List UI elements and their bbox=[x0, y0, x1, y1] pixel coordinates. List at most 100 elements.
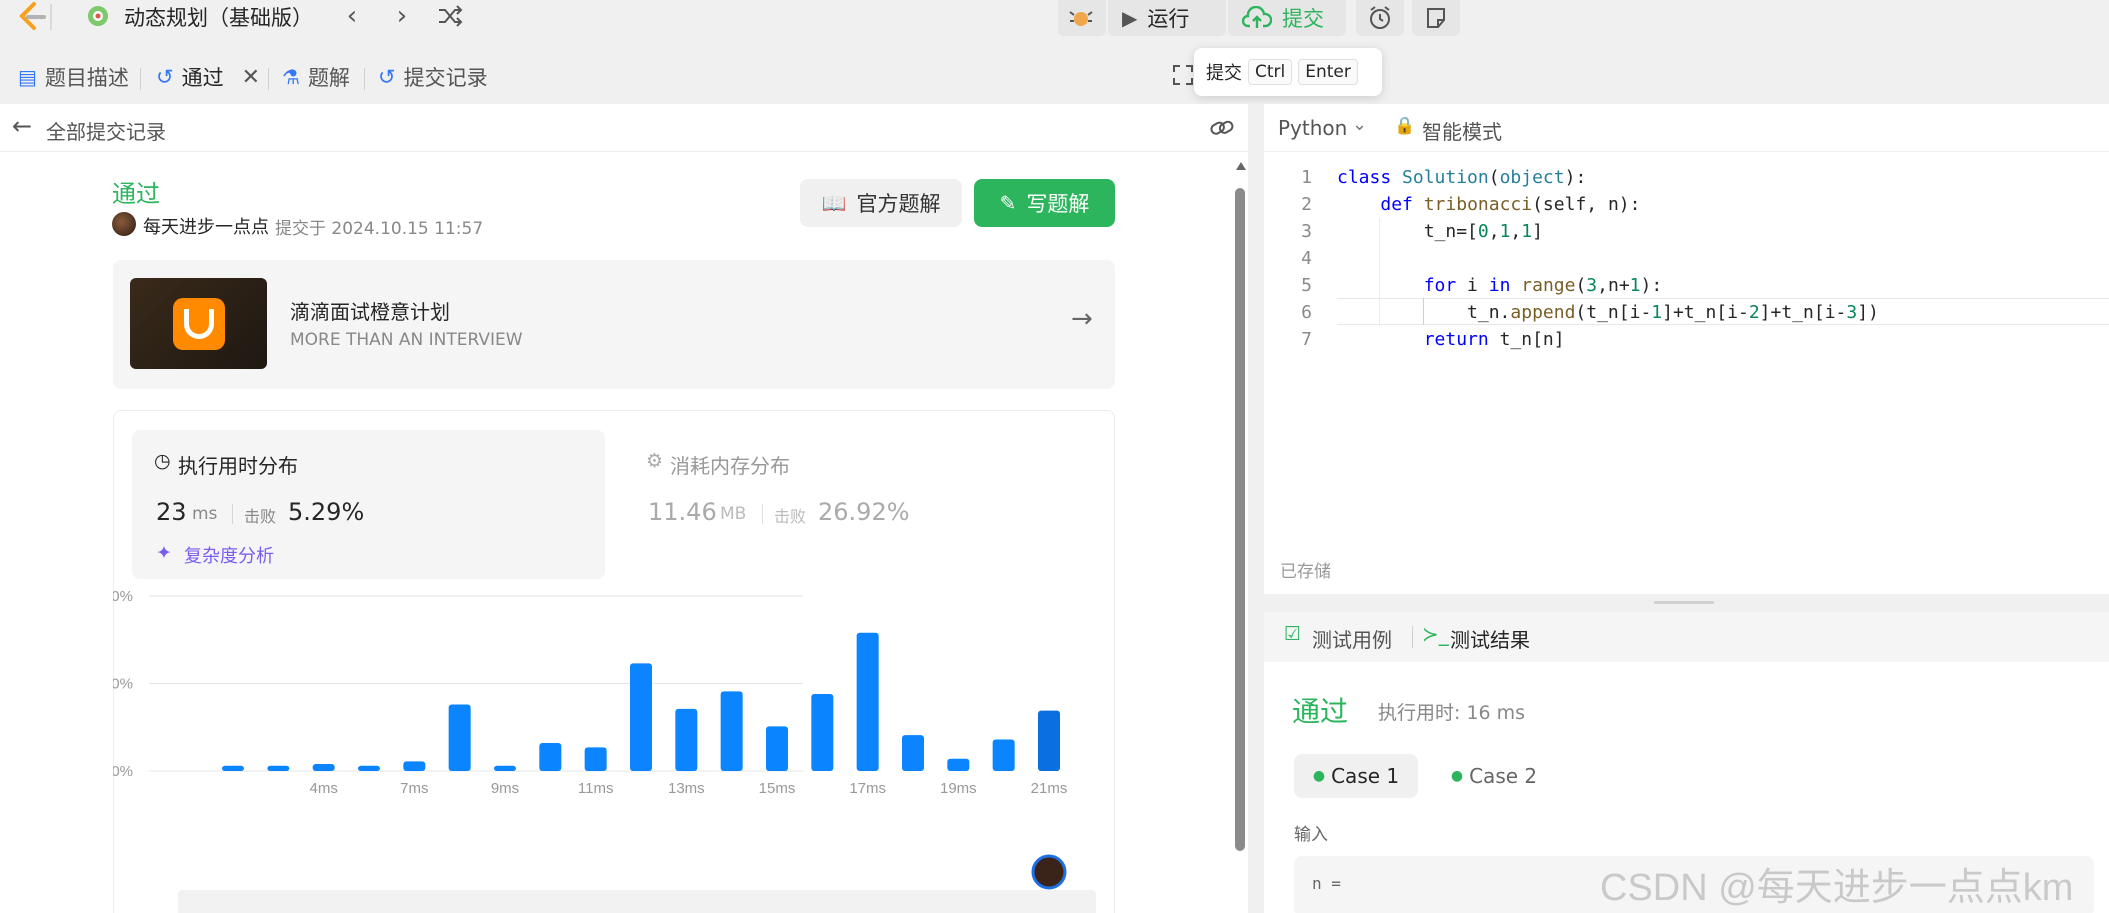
chart-bar[interactable] bbox=[584, 747, 607, 771]
chart-bar[interactable] bbox=[675, 708, 698, 771]
arrow-right-icon: → bbox=[1071, 304, 1093, 334]
editor-toolbar: Python ⌄ 🔒 智能模式 bbox=[1264, 104, 2109, 152]
chart-bar[interactable] bbox=[766, 726, 788, 771]
close-icon[interactable]: ✕ bbox=[242, 65, 260, 90]
problem-list-title[interactable]: 动态规划（基础版） bbox=[124, 2, 313, 32]
chart-bar[interactable] bbox=[222, 765, 244, 771]
chart-bar[interactable] bbox=[720, 691, 743, 771]
write-solution-button[interactable]: ✎ 写题解 bbox=[974, 179, 1115, 227]
my-submission-avatar-marker[interactable] bbox=[1031, 854, 1067, 890]
fullscreen-icon[interactable] bbox=[1172, 64, 1194, 86]
ad-title: 滴滴面试橙意计划 bbox=[290, 300, 450, 324]
chart-bar[interactable] bbox=[947, 758, 970, 771]
line-number: 5 bbox=[1301, 275, 1312, 296]
code-body[interactable]: class Solution(object): def tribonacci(s… bbox=[1337, 164, 1879, 353]
link-icon[interactable] bbox=[1208, 114, 1236, 142]
leetcode-logo[interactable] bbox=[14, 2, 48, 32]
x-tick-label: 19ms bbox=[940, 780, 977, 797]
run-button[interactable]: ▶ 运行 bbox=[1108, 0, 1226, 36]
language-select[interactable]: Python bbox=[1278, 116, 1347, 140]
tab-label: 题目描述 bbox=[44, 66, 129, 90]
bug-icon bbox=[1069, 11, 1093, 26]
checkbox-icon: ☑ bbox=[1284, 623, 1302, 645]
panel-resize-handle[interactable] bbox=[1264, 594, 2109, 612]
chart-bar[interactable] bbox=[1038, 710, 1060, 771]
code-line[interactable]: for i in range(3,n+1): bbox=[1337, 272, 1879, 299]
saved-status: 已存储 bbox=[1280, 562, 1331, 582]
terminal-icon: ≻_ bbox=[1422, 622, 1449, 646]
code-line[interactable]: def tribonacci(self, n): bbox=[1337, 191, 1879, 218]
chart-bar[interactable] bbox=[448, 704, 471, 772]
watermark: CSDN @每天进步一点点km bbox=[1600, 867, 2074, 909]
chart-bar[interactable] bbox=[312, 764, 335, 771]
code-line[interactable]: class Solution(object): bbox=[1337, 164, 1879, 191]
chart-scrollbar[interactable] bbox=[178, 890, 1096, 913]
vertical-resize-handle[interactable] bbox=[1248, 104, 1264, 913]
chart-bar[interactable] bbox=[811, 694, 834, 771]
next-problem-icon[interactable]: › bbox=[390, 1, 414, 31]
chevron-down-icon[interactable]: ⌄ bbox=[1352, 114, 1367, 135]
divider bbox=[268, 68, 269, 90]
play-icon: ▶ bbox=[1122, 6, 1138, 30]
author-name[interactable]: 每天进步一点点 bbox=[143, 213, 269, 239]
lock-icon: 🔒 bbox=[1394, 116, 1416, 136]
ad-image bbox=[130, 278, 267, 369]
prev-problem-icon[interactable]: ‹ bbox=[340, 1, 364, 31]
chart-bar[interactable] bbox=[403, 761, 426, 771]
submit-shortcut-tooltip: 提交 Ctrl Enter bbox=[1194, 48, 1382, 96]
run-label: 运行 bbox=[1147, 7, 1190, 31]
x-tick-label: 21ms bbox=[1031, 780, 1068, 797]
x-tick-label: 15ms bbox=[759, 780, 796, 797]
avatar[interactable] bbox=[112, 212, 136, 236]
divider bbox=[364, 68, 365, 90]
code-line[interactable]: return t_n[n] bbox=[1337, 326, 1879, 353]
chart-bar[interactable] bbox=[358, 765, 380, 771]
chart-bar[interactable] bbox=[902, 735, 924, 771]
tab-testcase[interactable]: 测试用例 bbox=[1312, 624, 1392, 653]
problem-list-icon[interactable] bbox=[84, 2, 112, 30]
left-scrollbar[interactable] bbox=[1234, 162, 1246, 852]
tooltip-label: 提交 bbox=[1206, 63, 1242, 84]
code-line[interactable]: t_n=[0,1,1] bbox=[1337, 218, 1879, 245]
case-1-tab[interactable]: ● Case 1 bbox=[1294, 754, 1418, 798]
tab-submissions[interactable]: ↺ 提交记录 bbox=[378, 62, 488, 92]
didi-logo-icon bbox=[172, 297, 225, 350]
line-number: 6 bbox=[1301, 302, 1312, 323]
chart-bar[interactable] bbox=[856, 632, 879, 771]
back-to-submissions-link[interactable]: 全部提交记录 bbox=[46, 116, 166, 145]
cloud-upload-icon bbox=[1242, 6, 1272, 28]
official-solution-button[interactable]: 📖 官方题解 bbox=[800, 179, 962, 227]
code-line[interactable] bbox=[1337, 245, 1879, 272]
shuffle-icon[interactable] bbox=[436, 2, 464, 30]
document-icon: ▤ bbox=[18, 65, 37, 89]
case-label: Case 2 bbox=[1469, 764, 1538, 788]
divider bbox=[50, 4, 52, 30]
case-2-tab[interactable]: ● Case 2 bbox=[1432, 754, 1556, 798]
chart-bar[interactable] bbox=[539, 743, 562, 771]
debug-button[interactable] bbox=[1058, 0, 1106, 36]
chart-bar[interactable] bbox=[992, 739, 1015, 772]
tab-accepted[interactable]: ↺ 通过 ✕ bbox=[156, 62, 260, 92]
tab-solutions[interactable]: ⚗ 题解 bbox=[282, 62, 350, 92]
code-line[interactable]: t_n.append(t_n[i-1]+t_n[i-2]+t_n[i-3]) bbox=[1337, 299, 1879, 326]
submit-button[interactable]: 提交 bbox=[1228, 0, 1346, 36]
x-tick-label: 13ms bbox=[668, 780, 705, 797]
tab-description[interactable]: ▤ 题目描述 bbox=[18, 62, 129, 92]
back-arrow-icon[interactable]: ← bbox=[12, 112, 32, 140]
tab-test-result[interactable]: 测试结果 bbox=[1450, 624, 1530, 653]
smart-mode-label[interactable]: 智能模式 bbox=[1422, 116, 1502, 145]
history-icon: ↺ bbox=[156, 65, 174, 89]
chart-bar[interactable] bbox=[494, 765, 516, 771]
alarm-icon bbox=[1370, 6, 1390, 29]
tab-label: 题解 bbox=[307, 66, 350, 90]
code-editor[interactable]: 1 2 3 4 5 6 7 class Solution(object): def trib… bbox=[1264, 152, 2109, 594]
line-number: 7 bbox=[1301, 329, 1312, 350]
input-value: n = bbox=[1312, 874, 1341, 893]
notes-button[interactable] bbox=[1412, 0, 1460, 36]
runtime-distribution-chart: 20% 10% 0% 4ms 7ms 9ms 11ms 13ms 15ms 17ms 19ms 21m… bbox=[113, 588, 1068, 890]
result-runtime: 执行用时: 16 ms bbox=[1378, 702, 1526, 724]
timer-button[interactable] bbox=[1356, 0, 1404, 36]
chart-bar[interactable] bbox=[267, 765, 290, 771]
ad-banner[interactable]: 滴滴面试橙意计划 MORE THAN AN INTERVIEW → bbox=[113, 260, 1115, 389]
chart-bar[interactable] bbox=[630, 663, 652, 771]
